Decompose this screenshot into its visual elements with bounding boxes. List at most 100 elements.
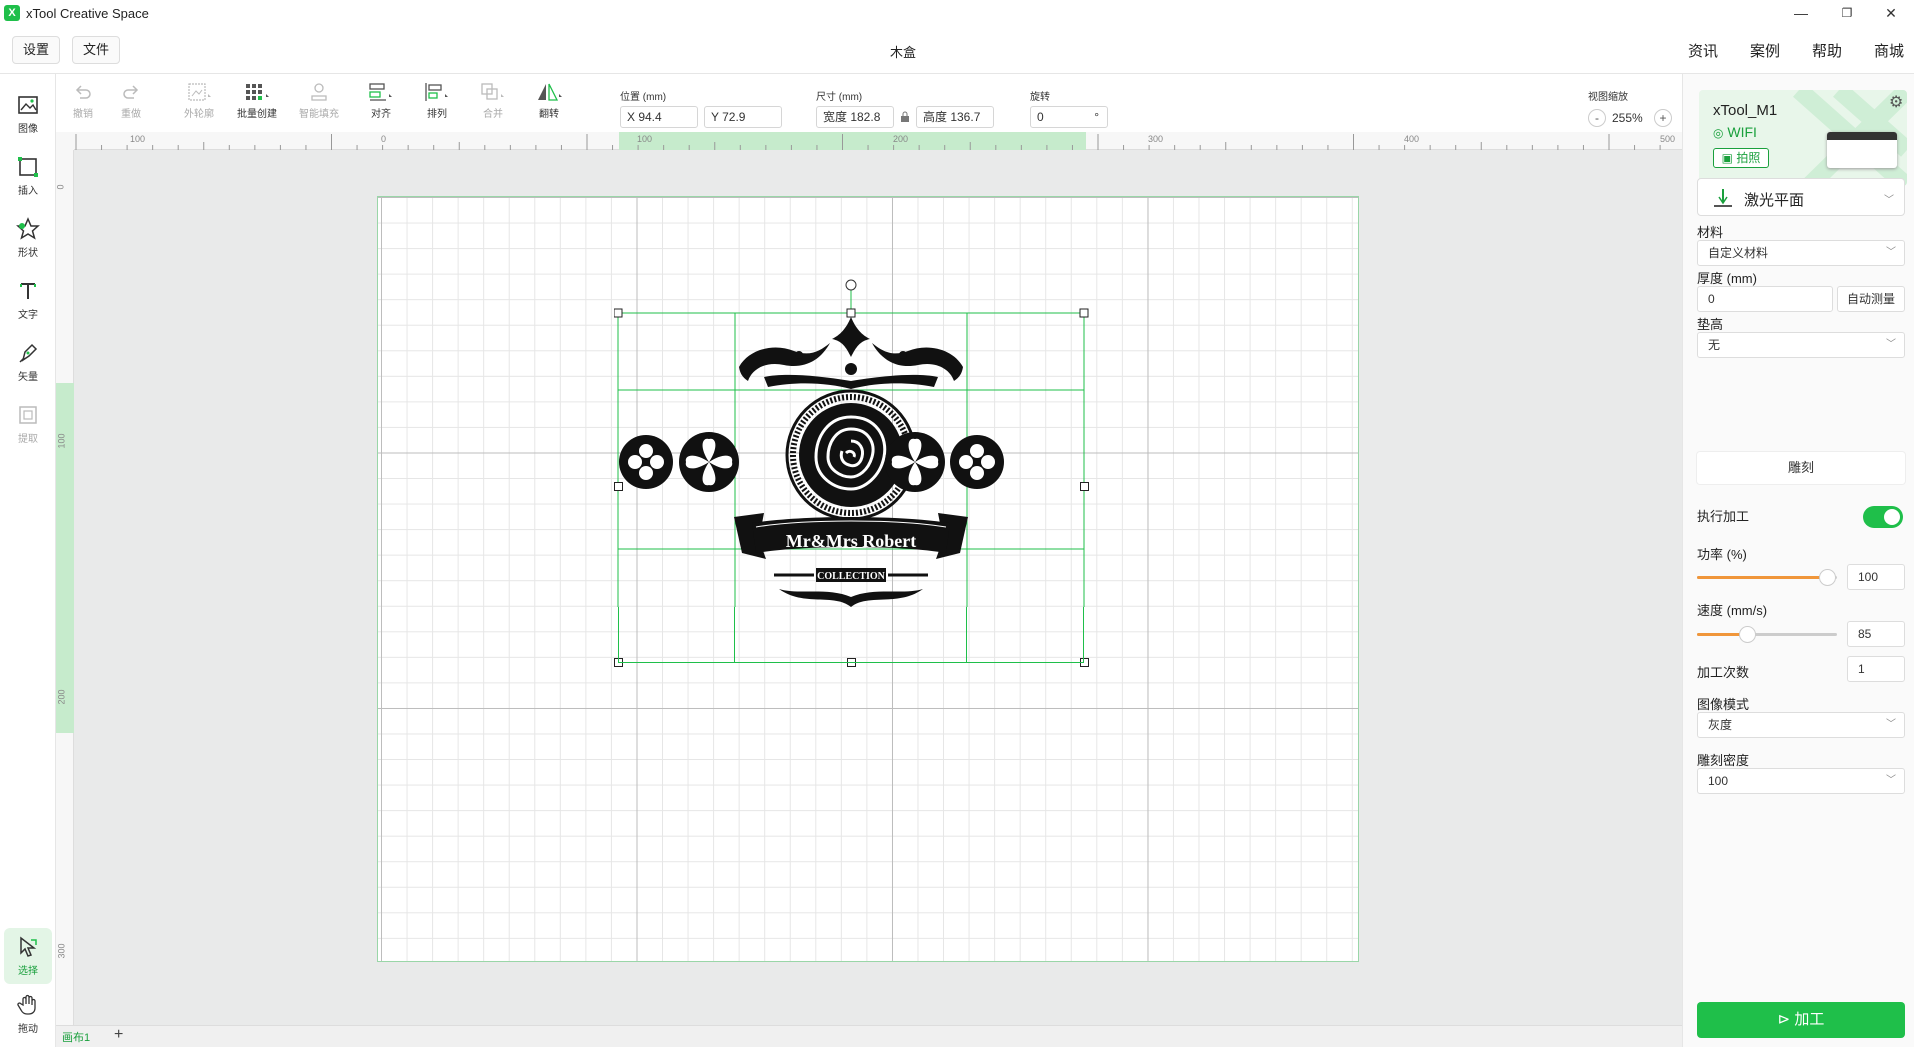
tool-insert[interactable]: 插入 bbox=[4, 148, 52, 204]
app-logo-icon: X bbox=[4, 5, 20, 21]
power-slider[interactable] bbox=[1697, 569, 1837, 586]
store-link[interactable]: 商城 bbox=[1874, 40, 1904, 61]
help-link[interactable]: 帮助 bbox=[1812, 40, 1842, 61]
laser-plane-select[interactable]: 激光平面 ﹀ bbox=[1697, 178, 1905, 216]
ruler-tick-label: 0 bbox=[381, 134, 387, 144]
flip-icon bbox=[538, 83, 562, 101]
tab-canvas-1[interactable]: 画布1 bbox=[62, 1029, 90, 1045]
riser-value: 无 bbox=[1708, 338, 1721, 352]
power-label: 功率 (%) bbox=[1697, 547, 1747, 562]
material-value: 自定义材料 bbox=[1708, 246, 1769, 260]
tool-pan[interactable]: 拖动 bbox=[4, 986, 52, 1042]
device-connection: ◎ WIFI bbox=[1713, 124, 1757, 140]
resize-handle[interactable] bbox=[846, 308, 856, 318]
tool-image-label: 图像 bbox=[18, 124, 38, 135]
rotate-input[interactable]: 0 ° bbox=[1030, 106, 1108, 128]
density-select[interactable]: 100 ﹀ bbox=[1697, 768, 1905, 794]
photo-button[interactable]: ▣ 拍照 bbox=[1713, 148, 1769, 168]
y-position-input[interactable]: Y 72.9 bbox=[704, 106, 782, 128]
news-link[interactable]: 资讯 bbox=[1688, 40, 1718, 61]
hand-icon bbox=[17, 994, 36, 1015]
speed-slider-thumb[interactable] bbox=[1739, 626, 1756, 643]
tool-extract[interactable]: 提取 bbox=[4, 396, 52, 452]
batch-icon bbox=[246, 84, 269, 100]
wifi-icon: ◎ bbox=[1713, 126, 1724, 140]
redo-label: 重做 bbox=[121, 109, 141, 120]
cases-link[interactable]: 案例 bbox=[1750, 40, 1780, 61]
resize-handle[interactable] bbox=[614, 482, 623, 491]
tool-select[interactable]: 选择 bbox=[4, 928, 52, 984]
crown-ornament bbox=[739, 317, 963, 389]
rotate-unit: ° bbox=[1094, 110, 1099, 124]
guide-line bbox=[734, 607, 735, 663]
chevron-down-icon: ﹀ bbox=[1886, 339, 1896, 350]
banner-text: Mr&Mrs Robert bbox=[786, 531, 916, 551]
align-button[interactable]: 对齐 bbox=[354, 82, 408, 120]
thickness-input[interactable]: 0 bbox=[1697, 286, 1833, 312]
camera-icon: ▣ bbox=[1721, 151, 1733, 165]
resize-handle[interactable] bbox=[1080, 482, 1089, 491]
flower-medallion-left-inner bbox=[679, 432, 739, 492]
tool-vector[interactable]: 矢量 bbox=[4, 334, 52, 390]
image-mode-select[interactable]: 灰度 ﹀ bbox=[1697, 712, 1905, 738]
tool-image[interactable]: 图像 bbox=[4, 86, 52, 142]
power-slider-thumb[interactable] bbox=[1819, 569, 1836, 586]
device-card[interactable]: xTool_M1 ◎ WIFI ▣ 拍照 ⚙ bbox=[1699, 90, 1907, 186]
width-input[interactable]: 宽度 182.8 bbox=[816, 106, 894, 128]
zoom-out-button[interactable]: - bbox=[1588, 109, 1606, 127]
left-toolbar: 图像 插入 形状 文字 矢量 提取 选择 拖动 bbox=[0, 74, 56, 1047]
tool-shape[interactable]: 形状 bbox=[4, 210, 52, 266]
speed-input[interactable]: 85 bbox=[1847, 621, 1905, 647]
undo-label: 撤销 bbox=[73, 109, 93, 120]
cursor-icon bbox=[20, 936, 37, 957]
outline-button[interactable]: 外轮廓 bbox=[172, 82, 226, 120]
resize-handle[interactable] bbox=[614, 308, 623, 318]
resize-handle[interactable] bbox=[1079, 308, 1089, 318]
restore-button[interactable]: ❐ bbox=[1824, 0, 1870, 26]
title-bar: X xTool Creative Space — ❐ ✕ bbox=[0, 0, 1914, 26]
height-input[interactable]: 高度 136.7 bbox=[916, 106, 994, 128]
undo-button[interactable]: 撤销 bbox=[56, 82, 110, 120]
selected-artwork[interactable]: Mr&Mrs Robert COLLECTION bbox=[614, 277, 1094, 607]
riser-select[interactable]: 无 ﹀ bbox=[1697, 332, 1905, 358]
image-mode-label: 图像模式 bbox=[1697, 697, 1750, 712]
process-button[interactable]: ⊳ 加工 bbox=[1697, 1002, 1905, 1038]
smart-fill-button[interactable]: 智能填充 bbox=[292, 82, 346, 120]
play-icon: ⊳ bbox=[1777, 1011, 1791, 1028]
auto-measure-button[interactable]: 自动测量 bbox=[1837, 286, 1905, 312]
gear-icon[interactable]: ⚙ bbox=[1889, 92, 1903, 112]
collection-text: COLLECTION bbox=[817, 571, 886, 582]
speed-slider[interactable] bbox=[1697, 626, 1837, 643]
flower-medallion-left-outer bbox=[619, 435, 673, 489]
minimize-button[interactable]: — bbox=[1778, 0, 1824, 26]
zoom-in-button[interactable]: + bbox=[1654, 109, 1672, 127]
flip-button[interactable]: 翻转 bbox=[522, 82, 576, 120]
smart-fill-icon bbox=[311, 83, 327, 101]
batch-create-button[interactable]: 批量创建 bbox=[230, 82, 284, 120]
material-select[interactable]: 自定义材料 ﹀ bbox=[1697, 240, 1905, 266]
engrave-tab[interactable]: 雕刻 bbox=[1697, 452, 1905, 484]
design-canvas[interactable]: Mr&Mrs Robert COLLECTION bbox=[74, 150, 1682, 1025]
lock-icon[interactable] bbox=[900, 111, 910, 123]
close-button[interactable]: ✕ bbox=[1868, 0, 1914, 26]
rotate-handle[interactable] bbox=[845, 279, 857, 291]
arrange-button[interactable]: 排列 bbox=[410, 82, 464, 120]
batch-label: 批量创建 bbox=[237, 109, 277, 120]
position-label: 位置 (mm) bbox=[620, 92, 667, 103]
tool-vector-label: 矢量 bbox=[18, 372, 38, 383]
execute-toggle[interactable] bbox=[1863, 506, 1903, 528]
ruler-ticks bbox=[75, 134, 1661, 150]
x-position-input[interactable]: X 94.4 bbox=[620, 106, 698, 128]
add-canvas-button[interactable]: + bbox=[114, 1026, 123, 1044]
passes-input[interactable]: 1 bbox=[1847, 656, 1905, 682]
combine-button[interactable]: 合并 bbox=[466, 82, 520, 120]
flip-label: 翻转 bbox=[539, 109, 559, 120]
image-mode-value: 灰度 bbox=[1708, 718, 1733, 732]
outline-label: 外轮廓 bbox=[184, 109, 214, 120]
redo-button[interactable]: 重做 bbox=[104, 82, 158, 120]
passes-label: 加工次数 bbox=[1697, 665, 1750, 680]
tool-text[interactable]: 文字 bbox=[4, 272, 52, 328]
ruler-tick-label: 300 bbox=[56, 943, 67, 959]
power-input[interactable]: 100 bbox=[1847, 564, 1905, 590]
align-icon bbox=[369, 83, 392, 101]
